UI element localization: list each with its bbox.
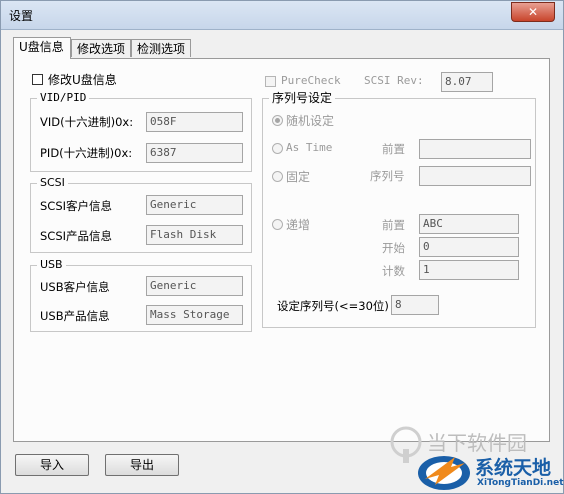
serial-increment-radio[interactable]	[272, 219, 283, 230]
vidpid-group-title: VID/PID	[37, 91, 90, 105]
tab-udisk-info[interactable]: U盘信息	[13, 37, 71, 59]
inc-start-input[interactable]: 0	[419, 237, 519, 257]
import-button[interactable]: 导入	[15, 454, 89, 476]
pid-input[interactable]: 6387	[146, 143, 243, 163]
brand-logo-icon	[418, 456, 470, 490]
scsi-product-label: SCSI产品信息	[40, 229, 113, 243]
scsi-customer-input[interactable]: Generic	[146, 195, 243, 215]
tab-modify-options[interactable]: 修改选项	[71, 39, 131, 57]
usb-product-input[interactable]: Mass Storage	[146, 305, 243, 325]
purecheck-checkbox[interactable]	[265, 76, 276, 87]
pid-label: PID(十六进制)0x:	[40, 146, 133, 160]
scsi-group-title: SCSI	[37, 176, 68, 190]
vidpid-group: VID/PID VID(十六进制)0x: 058F PID(十六进制)0x: 6…	[30, 91, 252, 172]
tab-label: 修改选项	[77, 42, 126, 56]
scsi-rev-label: SCSI Rev:	[364, 74, 424, 87]
vid-label: VID(十六进制)0x:	[40, 115, 134, 129]
serial-random-label: 随机设定	[286, 114, 335, 128]
usb-product-label: USB产品信息	[40, 309, 110, 323]
inc-count-input[interactable]: 1	[419, 260, 519, 280]
serial-group: 序列号设定 随机设定 As Time 前置 固定 序列号 递增 前置 ABC 开…	[262, 91, 536, 328]
astime-prefix-label: 前置	[382, 142, 405, 156]
scsi-customer-label: SCSI客户信息	[40, 199, 113, 213]
tab-label: 检测选项	[137, 42, 186, 56]
window-title: 设置	[9, 9, 34, 23]
title-bar: 设置 ✕	[1, 1, 563, 30]
serial-length-label: 设定序列号(<=30位)	[277, 299, 389, 313]
usb-group: USB USB客户信息 Generic USB产品信息 Mass Storage	[30, 258, 252, 332]
scsi-product-input[interactable]: Flash Disk	[146, 225, 243, 245]
serial-fixed-label: 固定	[286, 170, 311, 184]
close-button[interactable]: ✕	[511, 2, 555, 22]
vid-input[interactable]: 058F	[146, 112, 243, 132]
serial-length-input[interactable]: 8	[391, 295, 439, 315]
inc-prefix-label: 前置	[382, 218, 405, 232]
serial-random-radio[interactable]	[272, 115, 283, 126]
scsi-rev-input[interactable]: 8.07	[441, 72, 493, 92]
modify-udisk-checkbox[interactable]	[32, 74, 43, 85]
close-icon: ✕	[527, 5, 539, 19]
export-button-label: 导出	[129, 458, 154, 472]
astime-prefix-input[interactable]	[419, 139, 531, 159]
serial-astime-radio[interactable]	[272, 143, 283, 154]
inc-prefix-input[interactable]: ABC	[419, 214, 519, 234]
serial-fixed-radio[interactable]	[272, 171, 283, 182]
usb-customer-input[interactable]: Generic	[146, 276, 243, 296]
inc-count-label: 计数	[382, 264, 405, 278]
inc-start-label: 开始	[382, 241, 405, 255]
tab-panel-udisk-info: 修改U盘信息 VID/PID VID(十六进制)0x: 058F PID(十六进…	[13, 58, 550, 442]
usb-group-title: USB	[37, 258, 66, 272]
fixed-serial-label: 序列号	[370, 169, 405, 183]
fixed-serial-input[interactable]	[419, 166, 531, 186]
import-button-label: 导入	[39, 458, 64, 472]
brand-name: 系统天地	[475, 457, 552, 479]
export-button[interactable]: 导出	[105, 454, 179, 476]
purecheck-label: PureCheck	[281, 74, 341, 87]
settings-window: 设置 ✕ U盘信息 修改选项 检测选项 修改U盘信息 VID/PID VID(十…	[0, 0, 564, 494]
modify-udisk-label: 修改U盘信息	[48, 73, 117, 87]
serial-astime-label: As Time	[286, 141, 333, 154]
brand-site: XiTongTianDi.net	[477, 478, 564, 488]
serial-group-title: 序列号设定	[269, 91, 336, 105]
tab-detect-options[interactable]: 检测选项	[131, 39, 191, 57]
usb-customer-label: USB客户信息	[40, 280, 110, 294]
serial-increment-label: 递增	[286, 218, 311, 232]
tab-label: U盘信息	[19, 40, 64, 54]
scsi-group: SCSI SCSI客户信息 Generic SCSI产品信息 Flash Dis…	[30, 176, 252, 253]
